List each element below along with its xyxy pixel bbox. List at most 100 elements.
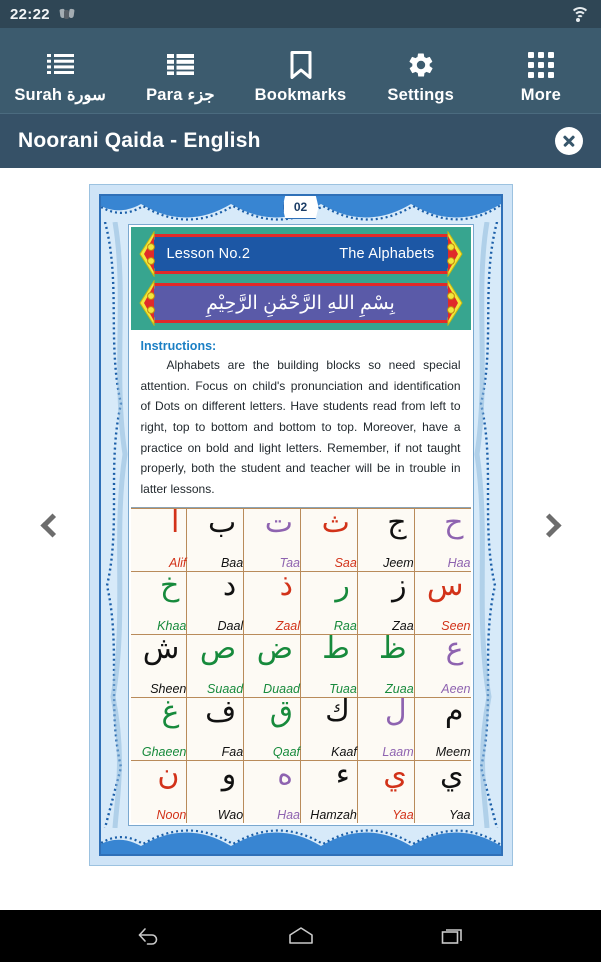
ornament-cap-left-icon: [136, 231, 155, 277]
alphabet-cell-raa[interactable]: ر Raa: [300, 571, 357, 635]
alphabet-cell-haa[interactable]: ه Haa: [243, 757, 301, 823]
alphabet-cell-daal[interactable]: د Daal: [186, 571, 244, 635]
alphabet-glyph: ظ: [378, 631, 407, 667]
alphabet-label: Yaa: [392, 807, 414, 822]
alphabet-glyph: ه: [277, 757, 294, 793]
lesson-title: The Alphabets: [339, 246, 435, 262]
toolbar-label-settings: Settings: [387, 86, 455, 104]
alphabet-glyph: ي: [383, 757, 407, 793]
chevron-left-icon[interactable]: [28, 499, 70, 551]
alphabet-cell-alif[interactable]: ا Alif: [130, 505, 187, 572]
bismillah-bar: بِسْمِ اللهِ الرَّحْمَٰنِ الرَّحِيْمِ: [152, 283, 449, 323]
page-ornament-left: [100, 222, 129, 828]
alphabet-glyph: ك: [325, 694, 350, 730]
alphabet-cell-jeem[interactable]: ج Jeem: [356, 505, 414, 572]
back-arrow-icon[interactable]: [132, 921, 166, 951]
toolbar-item-more[interactable]: More: [481, 48, 601, 113]
alphabet-glyph: ا: [171, 505, 180, 541]
alphabet-cell-tuaa[interactable]: ط Tuaa: [300, 631, 357, 698]
alphabet-glyph: ج: [387, 505, 407, 541]
alphabet-cell-kaaf[interactable]: ك Kaaf: [300, 694, 357, 761]
page-ornament-bottom: [100, 824, 501, 854]
alphabet-cell-qaaf[interactable]: ق Qaaf: [243, 697, 301, 761]
toolbar-item-settings[interactable]: Settings: [361, 48, 481, 113]
status-bar: 22:22: [0, 0, 601, 28]
alphabet-glyph: ء: [335, 757, 350, 793]
alphabet-glyph: م: [444, 694, 464, 730]
toolbar-item-para[interactable]: Para جزء: [120, 47, 240, 113]
alphabet-row: ح Haa ج Jeem ث Saa ت Taa ب Baa ا Alif: [130, 505, 471, 573]
alphabet-cell-meem[interactable]: م Meem: [413, 694, 471, 761]
alphabet-cell-wao[interactable]: و Wao: [186, 760, 244, 823]
alphabet-glyph: ث: [321, 505, 350, 541]
alphabet-label: Hamzah: [310, 807, 357, 822]
alphabet-cell-haa[interactable]: ح Haa: [413, 508, 471, 572]
alphabet-cell-noon[interactable]: ن Noon: [130, 757, 187, 823]
instructions-text: Alphabets are the building blocks so nee…: [140, 358, 461, 496]
alphabet-cell-zaal[interactable]: ذ Zaal: [243, 568, 301, 635]
alphabet-glyph: ض: [256, 631, 294, 667]
bismillah-ribbon: بِسْمِ اللهِ الرَّحْمَٰنِ الرَّحِيْمِ: [138, 280, 463, 326]
alphabet-row: م Meem ل Laam ك Kaaf ق Qaaf ف Faa غ Ghaeen: [130, 694, 471, 762]
page-ornament-right: [472, 222, 501, 828]
alphabet-label: Noon: [156, 807, 187, 822]
alphabet-cell-yaa[interactable]: ي Yaa: [413, 757, 471, 823]
alphabet-cell-hamzah[interactable]: ء Hamzah: [300, 757, 357, 823]
toolbar-item-bookmarks[interactable]: Bookmarks: [240, 48, 360, 113]
alphabet-cell-yaa[interactable]: ي Yaa: [356, 757, 414, 823]
alphabet-grid: ح Haa ج Jeem ث Saa ت Taa ب Baa ا Alif س Seen ز Zaa ر Raa ذ…: [130, 505, 471, 823]
grid-list-icon: [166, 47, 194, 81]
bookmark-icon: [290, 48, 312, 82]
close-icon[interactable]: [555, 127, 583, 155]
alphabet-cell-laam[interactable]: ل Laam: [356, 694, 414, 761]
page-title: Noorani Qaida - English: [18, 129, 261, 152]
home-icon[interactable]: [284, 921, 318, 951]
status-clock: 22:22: [10, 5, 50, 23]
lesson-header-ribbon: Lesson No.2 The Alphabets: [138, 231, 463, 277]
main-toolbar: Surah سورة Para جزء Bookmarks Settings M…: [0, 28, 601, 114]
ornament-cap-right-icon: [446, 231, 466, 277]
alphabet-cell-faa[interactable]: ف Faa: [186, 697, 244, 761]
alphabet-cell-duaad[interactable]: ض Duaad: [243, 631, 301, 698]
alphabet-glyph: ن: [157, 757, 180, 793]
lesson-header-bar: Lesson No.2 The Alphabets: [152, 234, 449, 274]
lesson-number: Lesson No.2: [166, 246, 251, 262]
alphabet-cell-sheen[interactable]: ش Sheen: [130, 634, 187, 698]
alphabet-glyph: ذ: [279, 568, 294, 604]
page-number-badge: 02: [282, 196, 319, 219]
alphabet-cell-seen[interactable]: س Seen: [413, 568, 471, 635]
alphabet-cell-taa[interactable]: ت Taa: [243, 508, 301, 572]
book-viewer: 02 Lesson No.2 The Alphabets بِسْمِ الله…: [0, 168, 601, 882]
alphabet-label: Yaa: [449, 807, 471, 822]
lesson-banner-block: Lesson No.2 The Alphabets بِسْمِ اللهِ ا…: [130, 227, 471, 330]
alphabet-glyph: خ: [159, 568, 180, 604]
alphabet-cell-zuaa[interactable]: ظ Zuaa: [356, 631, 414, 698]
alphabet-cell-zaa[interactable]: ز Zaa: [356, 571, 414, 635]
instructions-block: Instructions: Alphabets are the building…: [130, 330, 471, 509]
alphabet-cell-saa[interactable]: ث Saa: [300, 505, 357, 572]
alphabet-cell-ghaeen[interactable]: غ Ghaeen: [130, 694, 187, 761]
alphabet-glyph: غ: [161, 694, 180, 730]
alphabet-cell-suaad[interactable]: ص Suaad: [186, 631, 244, 698]
alphabet-row: ع Aeen ظ Zuaa ط Tuaa ض Duaad ص Suaad ش Sheen: [130, 631, 471, 699]
alphabet-glyph: س: [426, 568, 464, 604]
ornament-cap-right-2-icon: [446, 280, 466, 326]
book-page[interactable]: 02 Lesson No.2 The Alphabets بِسْمِ الله…: [88, 184, 513, 866]
lesson-content-card: Lesson No.2 The Alphabets بِسْمِ اللهِ ا…: [128, 225, 473, 825]
alphabet-row: ي Yaa ي Yaa ء Hamzah ه Haa و Wao ن Noon: [130, 757, 471, 823]
alphabet-glyph: ل: [384, 694, 407, 730]
alphabet-glyph: ط: [322, 631, 350, 667]
toolbar-item-surah[interactable]: Surah سورة: [0, 47, 120, 113]
toolbar-label-surah: Surah سورة: [14, 86, 106, 104]
instructions-heading: Instructions:: [140, 339, 217, 353]
page-decorative-frame: 02 Lesson No.2 The Alphabets بِسْمِ الله…: [98, 194, 503, 856]
alphabet-cell-aeen[interactable]: ع Aeen: [413, 634, 471, 698]
alphabet-glyph: ب: [207, 505, 237, 541]
alphabet-glyph: ي: [440, 757, 464, 793]
chevron-right-icon[interactable]: [531, 499, 573, 551]
alphabet-cell-baa[interactable]: ب Baa: [186, 505, 244, 572]
list-icon: [46, 47, 74, 81]
recents-icon[interactable]: [436, 921, 470, 951]
alphabet-cell-khaa[interactable]: خ Khaa: [130, 568, 187, 635]
alphabet-glyph: ص: [199, 631, 237, 667]
